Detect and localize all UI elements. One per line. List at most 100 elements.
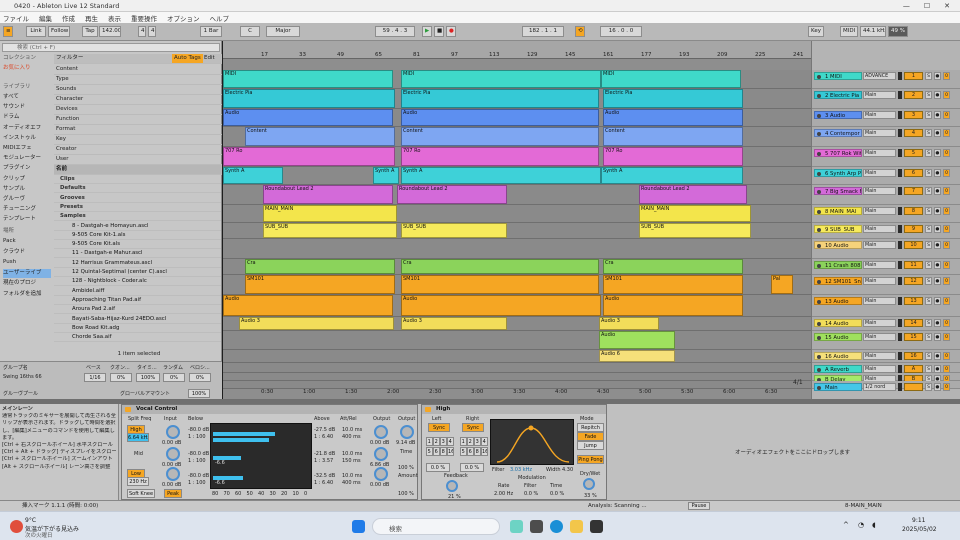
- right-division-button[interactable]: 5: [460, 447, 467, 456]
- track-activator[interactable]: 3: [904, 111, 923, 119]
- clip[interactable]: Cra: [401, 259, 599, 274]
- solo-button[interactable]: S: [925, 91, 932, 99]
- soft-knee-button[interactable]: Soft Knee: [127, 489, 155, 498]
- groove-item[interactable]: Swing 16ths 66: [3, 374, 42, 380]
- volume-field[interactable]: 0: [943, 207, 950, 215]
- clip[interactable]: Electric Pia: [401, 89, 599, 108]
- arrangement-lane[interactable]: Audio 3 Audio 3 Audio 3: [223, 317, 811, 331]
- volume-field[interactable]: 0: [943, 187, 950, 195]
- arrangement-lane[interactable]: Electric Pia Electric Pia Electric Pia: [223, 89, 811, 109]
- echo-power-icon[interactable]: [425, 407, 431, 412]
- filter-row[interactable]: Devices: [54, 105, 222, 115]
- arrangement-lane[interactable]: Content Content Content: [223, 127, 811, 147]
- arrangement-lane[interactable]: Audio Audio Audio: [223, 109, 811, 127]
- track-activator[interactable]: 11: [904, 261, 923, 269]
- bar-number[interactable]: 49: [337, 52, 344, 58]
- filter-freq[interactable]: 3.03 kHz: [510, 467, 532, 473]
- library-item[interactable]: クリップ: [3, 175, 51, 184]
- clip[interactable]: Audio: [603, 295, 743, 316]
- track-name[interactable]: 10 Audio: [814, 241, 862, 249]
- arrangement-lane[interactable]: [223, 239, 811, 259]
- arrangement-lane[interactable]: [223, 381, 811, 389]
- track-activator[interactable]: 6: [904, 169, 923, 177]
- track-header[interactable]: 8 MAIN_MAI Main 8 S ● 0: [812, 205, 960, 223]
- place-item[interactable]: クラウド: [3, 248, 51, 257]
- file-row[interactable]: Defaults: [54, 184, 221, 194]
- track-header[interactable]: B Delay Main B S ● 0: [812, 373, 960, 383]
- clip[interactable]: Synth A: [223, 167, 283, 184]
- right-sync-button[interactable]: Sync: [462, 423, 484, 432]
- right-division-button[interactable]: 16: [481, 447, 488, 456]
- clip[interactable]: Audio: [223, 295, 393, 316]
- track-activator[interactable]: 9: [904, 225, 923, 233]
- left-division-button[interactable]: 1: [426, 437, 433, 446]
- arrangement-view[interactable]: 17 33 49 65 81 97 113 129 145 161 177 193 209 225 241 …: [223, 41, 811, 399]
- solo-button[interactable]: S: [925, 72, 932, 80]
- width-value[interactable]: 4.30: [562, 467, 573, 473]
- clip[interactable]: Audio 3: [239, 317, 394, 330]
- library-item[interactable]: MIDIエフェ: [3, 144, 51, 153]
- arrangement-lane[interactable]: Audio 6: [223, 350, 811, 363]
- file-row[interactable]: 9-505 Core Kit.als: [54, 240, 221, 250]
- clip[interactable]: MIDI: [223, 70, 393, 88]
- track-output-routing[interactable]: Main: [863, 365, 896, 373]
- library-item[interactable]: モジュレーター: [3, 154, 51, 163]
- task-view-icon[interactable]: [530, 520, 543, 533]
- jump-button[interactable]: Jump: [577, 441, 604, 450]
- bar-number[interactable]: 33: [299, 52, 306, 58]
- output-high-knob[interactable]: [374, 425, 388, 439]
- arm-button[interactable]: ●: [934, 111, 941, 119]
- track-name[interactable]: 15 Audio: [814, 333, 862, 341]
- track-output-routing[interactable]: Main: [863, 149, 896, 157]
- library-item[interactable]: オーディオエフ: [3, 124, 51, 133]
- weather-icon[interactable]: [10, 520, 23, 533]
- file-row[interactable]: 9-505 Core Kit-1.als: [54, 231, 221, 240]
- track-name[interactable]: 4 Contempor: [814, 129, 862, 137]
- filter-row[interactable]: Type: [54, 75, 222, 85]
- clip[interactable]: MIDI: [601, 70, 741, 88]
- filter-row[interactable]: Content: [54, 65, 222, 75]
- track-header[interactable]: 10 Audio Main 10 S ● 0: [812, 239, 960, 259]
- file-row[interactable]: Chorde Saa.aif: [54, 333, 221, 343]
- solo-button[interactable]: S: [925, 225, 932, 233]
- arm-button[interactable]: ●: [934, 383, 941, 391]
- track-activator[interactable]: 15: [904, 333, 923, 341]
- left-division-button[interactable]: 6: [433, 447, 440, 456]
- right-division-button[interactable]: 1: [460, 437, 467, 446]
- volume-field[interactable]: 0: [943, 72, 950, 80]
- global-amount-value[interactable]: 100%: [188, 389, 210, 398]
- solo-button[interactable]: S: [925, 129, 932, 137]
- rate-value[interactable]: 2.00 Hz: [494, 491, 513, 497]
- track-output-routing[interactable]: 1/2 nord: [863, 383, 896, 391]
- filter-row[interactable]: Character: [54, 95, 222, 105]
- volume-icon[interactable]: ◖: [872, 521, 876, 529]
- clock-date[interactable]: 2025/05/02: [902, 526, 937, 533]
- menu-view[interactable]: 表示: [108, 13, 121, 23]
- clip[interactable]: MAIN_MAIN: [639, 205, 751, 222]
- edge-icon[interactable]: [550, 520, 563, 533]
- track-name[interactable]: 12 SM101_Sn: [814, 277, 862, 285]
- track-header[interactable]: 13 Audio Main 13 S ● 0: [812, 295, 960, 317]
- right-offset[interactable]: 0.0 %: [460, 463, 484, 472]
- place-item[interactable]: フォルダを追加: [3, 290, 51, 299]
- track-output-routing[interactable]: Main: [863, 297, 896, 305]
- file-row[interactable]: 8 - Dastgah-e Homayun.ascl: [54, 222, 221, 231]
- solo-button[interactable]: S: [925, 277, 932, 285]
- left-division-button[interactable]: 5: [426, 447, 433, 456]
- arm-button[interactable]: ●: [934, 277, 941, 285]
- clip[interactable]: Audio: [603, 109, 743, 126]
- library-item[interactable]: プラグイン: [3, 164, 51, 173]
- stop-button[interactable]: ■: [434, 26, 444, 37]
- bar-ruler[interactable]: 17 33 49 65 81 97 113 129 145 161 177 193 209 225 241: [223, 41, 811, 59]
- file-row[interactable]: Samples: [54, 212, 221, 222]
- track-activator[interactable]: [904, 383, 923, 391]
- arm-button[interactable]: ●: [934, 169, 941, 177]
- bar-number[interactable]: 81: [413, 52, 420, 58]
- bar-number[interactable]: 97: [451, 52, 458, 58]
- peak-button[interactable]: Peak: [164, 489, 182, 498]
- key-root-select[interactable]: C: [240, 26, 260, 37]
- arrangement-lane[interactable]: MIDI MIDI MIDI: [223, 70, 811, 89]
- solo-button[interactable]: S: [925, 352, 932, 360]
- clip[interactable]: SUB_SUB: [639, 223, 751, 238]
- maximize-button[interactable]: ☐: [924, 2, 930, 10]
